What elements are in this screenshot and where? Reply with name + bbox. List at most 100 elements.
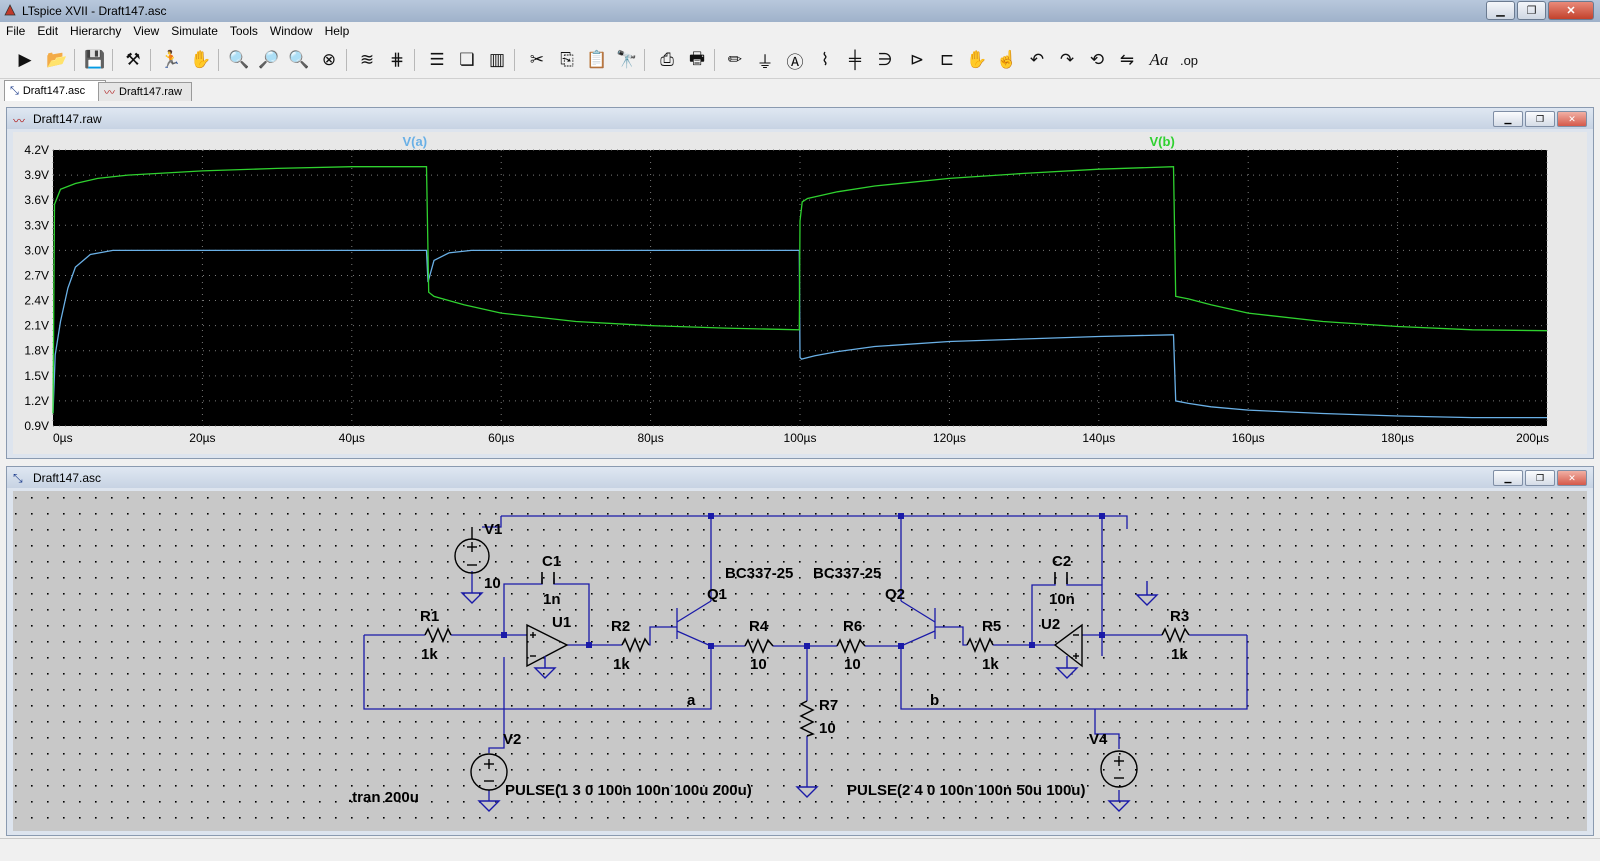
autorange-icon[interactable]: ≋: [354, 47, 380, 73]
diode-icon[interactable]: ⊳: [904, 47, 930, 73]
redo-icon[interactable]: ↷: [1054, 47, 1080, 73]
paste-icon[interactable]: 📋: [584, 47, 610, 73]
menu-window[interactable]: Window: [264, 22, 319, 42]
close-button[interactable]: ✕: [1557, 111, 1587, 127]
maximize-button[interactable]: ❐: [1517, 1, 1546, 20]
x-tick-label: 140µs: [1082, 431, 1115, 445]
value-r7[interactable]: 10: [819, 720, 836, 737]
halt-icon[interactable]: 🏃: [158, 47, 184, 73]
save-icon[interactable]: 💾: [82, 47, 108, 73]
legend-entry-v-a[interactable]: V(a): [403, 134, 428, 149]
model-q1[interactable]: BC337-25: [725, 565, 793, 582]
value-r4[interactable]: 10: [750, 656, 767, 673]
net-label-b[interactable]: b: [930, 692, 939, 709]
value-r5[interactable]: 1k: [982, 656, 999, 673]
run-icon[interactable]: ▶: [12, 47, 38, 73]
value-r3[interactable]: 1k: [1171, 646, 1188, 663]
find-icon[interactable]: 🔭: [614, 47, 640, 73]
menu-view[interactable]: View: [127, 22, 165, 42]
tab-draft147-raw[interactable]: 〰 Draft147.raw: [98, 82, 192, 101]
tile-horizontal-icon[interactable]: ☰: [424, 47, 450, 73]
minimize-button[interactable]: ▁: [1493, 470, 1523, 486]
inductor-icon[interactable]: ∋: [872, 47, 898, 73]
cut-icon[interactable]: ✂: [524, 47, 550, 73]
capacitor-icon[interactable]: ╪: [842, 47, 868, 73]
close-button[interactable]: ✕: [1548, 1, 1594, 20]
draw-wire-icon[interactable]: ✏: [722, 47, 748, 73]
label-c2[interactable]: C2: [1052, 553, 1071, 570]
label-r1[interactable]: R1: [420, 608, 439, 625]
label-u2[interactable]: U2: [1041, 616, 1060, 633]
legend-entry-v-b[interactable]: V(b): [1150, 134, 1175, 149]
value-v1[interactable]: 10: [484, 575, 501, 592]
pan-icon[interactable]: ✋: [188, 47, 214, 73]
label-v1[interactable]: V1: [484, 521, 502, 538]
value-r2[interactable]: 1k: [613, 656, 630, 673]
open-icon[interactable]: 📂: [44, 47, 70, 73]
mirror-icon[interactable]: ⇋: [1114, 47, 1140, 73]
autorange-y-icon[interactable]: ⋕: [384, 47, 410, 73]
model-q2[interactable]: BC337-25: [813, 565, 881, 582]
menu-edit[interactable]: Edit: [31, 22, 64, 42]
x-tick-label: 160µs: [1232, 431, 1265, 445]
print-setup-icon[interactable]: 🖶: [684, 47, 710, 73]
label-u1[interactable]: U1: [552, 614, 571, 631]
resistor-icon[interactable]: ⌇: [812, 47, 838, 73]
drag-icon[interactable]: ☝: [994, 47, 1020, 73]
zoom-in-icon[interactable]: 🔍: [226, 47, 252, 73]
label-q1[interactable]: Q1: [707, 586, 727, 603]
control-panel-icon[interactable]: ⚒: [120, 47, 146, 73]
x-tick-label: 0µs: [53, 431, 73, 445]
label-r7[interactable]: R7: [819, 697, 838, 714]
print-icon[interactable]: ⎙: [654, 47, 680, 73]
value-v2-pulse[interactable]: PULSE(1 3 0 100n 100n 100u 200u): [505, 782, 752, 799]
restore-button[interactable]: ❐: [1525, 111, 1555, 127]
value-c2[interactable]: 10n: [1049, 591, 1075, 608]
restore-button[interactable]: ❐: [1525, 470, 1555, 486]
label-r2[interactable]: R2: [611, 618, 630, 635]
menu-simulate[interactable]: Simulate: [165, 22, 224, 42]
component-icon[interactable]: ⊏: [934, 47, 960, 73]
waveform-plot[interactable]: 4.2V 3.9V 3.6V 3.3V 3.0V 2.7V 2.4V 2.1V 1.8V 1.5V…: [13, 132, 1587, 454]
label-r4[interactable]: R4: [749, 618, 769, 635]
title-bar: LTspice XVII - Draft147.asc ▁ ❐ ✕: [0, 0, 1600, 22]
zoom-fit-icon[interactable]: ⊗: [316, 47, 342, 73]
label-r5[interactable]: R5: [982, 618, 1001, 635]
label-v2[interactable]: V2: [503, 731, 521, 748]
ground-icon[interactable]: ⏚: [752, 47, 778, 73]
minimize-button[interactable]: ▁: [1493, 111, 1523, 127]
text-icon[interactable]: Aa: [1146, 47, 1172, 73]
x-tick-label: 180µs: [1381, 431, 1414, 445]
menu-file[interactable]: File: [0, 22, 31, 42]
label-c1[interactable]: C1: [542, 553, 561, 570]
zoom-area-icon[interactable]: 🔎: [256, 47, 282, 73]
move-icon[interactable]: ✋: [964, 47, 990, 73]
value-c1[interactable]: 1n: [543, 591, 561, 608]
close-button[interactable]: ✕: [1557, 470, 1587, 486]
label-r3[interactable]: R3: [1170, 608, 1189, 625]
spice-directive-icon[interactable]: .op: [1176, 47, 1202, 73]
label-q2[interactable]: Q2: [885, 586, 905, 603]
tile-vertical-icon[interactable]: ▥: [484, 47, 510, 73]
label-v4[interactable]: V4: [1089, 731, 1108, 748]
minimize-button[interactable]: ▁: [1486, 1, 1515, 20]
tran-directive[interactable]: .tran 200u: [348, 789, 419, 806]
schematic-canvas[interactable]: V1 10 C1 1n U1 R1 1k R2 1k BC337-25 Q1 B…: [13, 491, 1587, 831]
tab-draft147-asc[interactable]: ⤡ Draft147.asc: [4, 80, 106, 101]
copy-icon[interactable]: ⎘: [554, 47, 580, 73]
value-v4-pulse[interactable]: PULSE(2 4 0 100n 100n 50u 100u): [847, 782, 1085, 799]
waveform-icon: 〰: [104, 87, 115, 99]
menu-tools[interactable]: Tools: [224, 22, 264, 42]
rotate-icon[interactable]: ⟲: [1084, 47, 1110, 73]
label-net-icon[interactable]: Ⓐ: [782, 47, 808, 73]
menu-help[interactable]: Help: [319, 22, 356, 42]
value-r1[interactable]: 1k: [421, 646, 438, 663]
y-tick-label: 4.2V: [24, 143, 49, 157]
label-r6[interactable]: R6: [843, 618, 862, 635]
cascade-icon[interactable]: ❏: [454, 47, 480, 73]
undo-icon[interactable]: ↶: [1024, 47, 1050, 73]
menu-hierarchy[interactable]: Hierarchy: [64, 22, 127, 42]
net-label-a[interactable]: a: [687, 692, 696, 709]
value-r6[interactable]: 10: [844, 656, 861, 673]
zoom-out-icon[interactable]: 🔍: [286, 47, 312, 73]
